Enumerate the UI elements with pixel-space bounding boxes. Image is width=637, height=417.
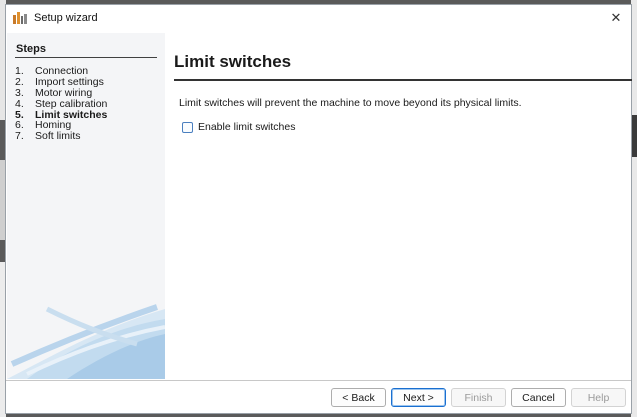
enable-limit-switches-checkbox[interactable] (182, 121, 193, 133)
close-icon: ✕ (610, 10, 622, 25)
page-description: Limit switches will prevent the machine … (179, 97, 522, 109)
step-item-soft-limits: 7. Soft limits (15, 130, 81, 143)
step-item-step-calibration: 4. Step calibration (15, 97, 108, 110)
back-button[interactable]: < Back (331, 388, 386, 407)
help-button[interactable]: Help (571, 388, 626, 407)
next-button[interactable]: Next > (391, 388, 446, 407)
title-divider (174, 79, 632, 81)
step-list: 1. Connection 2. Import settings 3. Motor w… (15, 66, 107, 142)
decorative-swoosh (7, 304, 165, 379)
title-bar: Setup wizard ✕ (6, 5, 631, 31)
finish-button[interactable]: Finish (451, 388, 506, 407)
close-button[interactable]: ✕ (601, 5, 631, 31)
setup-wizard-window: Setup wizard ✕ Steps 1. Connection 2. Impo… (5, 4, 632, 414)
app-icon (13, 12, 27, 24)
main-content: Limit switches Limit switches will preve… (166, 33, 632, 379)
steps-panel: Steps 1. Connection 2. Import settings 3. M… (7, 33, 165, 379)
cancel-button[interactable]: Cancel (511, 388, 566, 407)
steps-heading: Steps (16, 43, 46, 55)
button-row: < Back Next > Finish Cancel Help (331, 388, 626, 407)
footer-divider (6, 380, 631, 381)
window-title: Setup wizard (34, 12, 98, 24)
enable-limit-switches-option[interactable]: Enable limit switches (182, 121, 295, 133)
steps-divider (15, 57, 157, 58)
page-title: Limit switches (174, 52, 292, 71)
enable-limit-switches-label: Enable limit switches (198, 121, 296, 133)
